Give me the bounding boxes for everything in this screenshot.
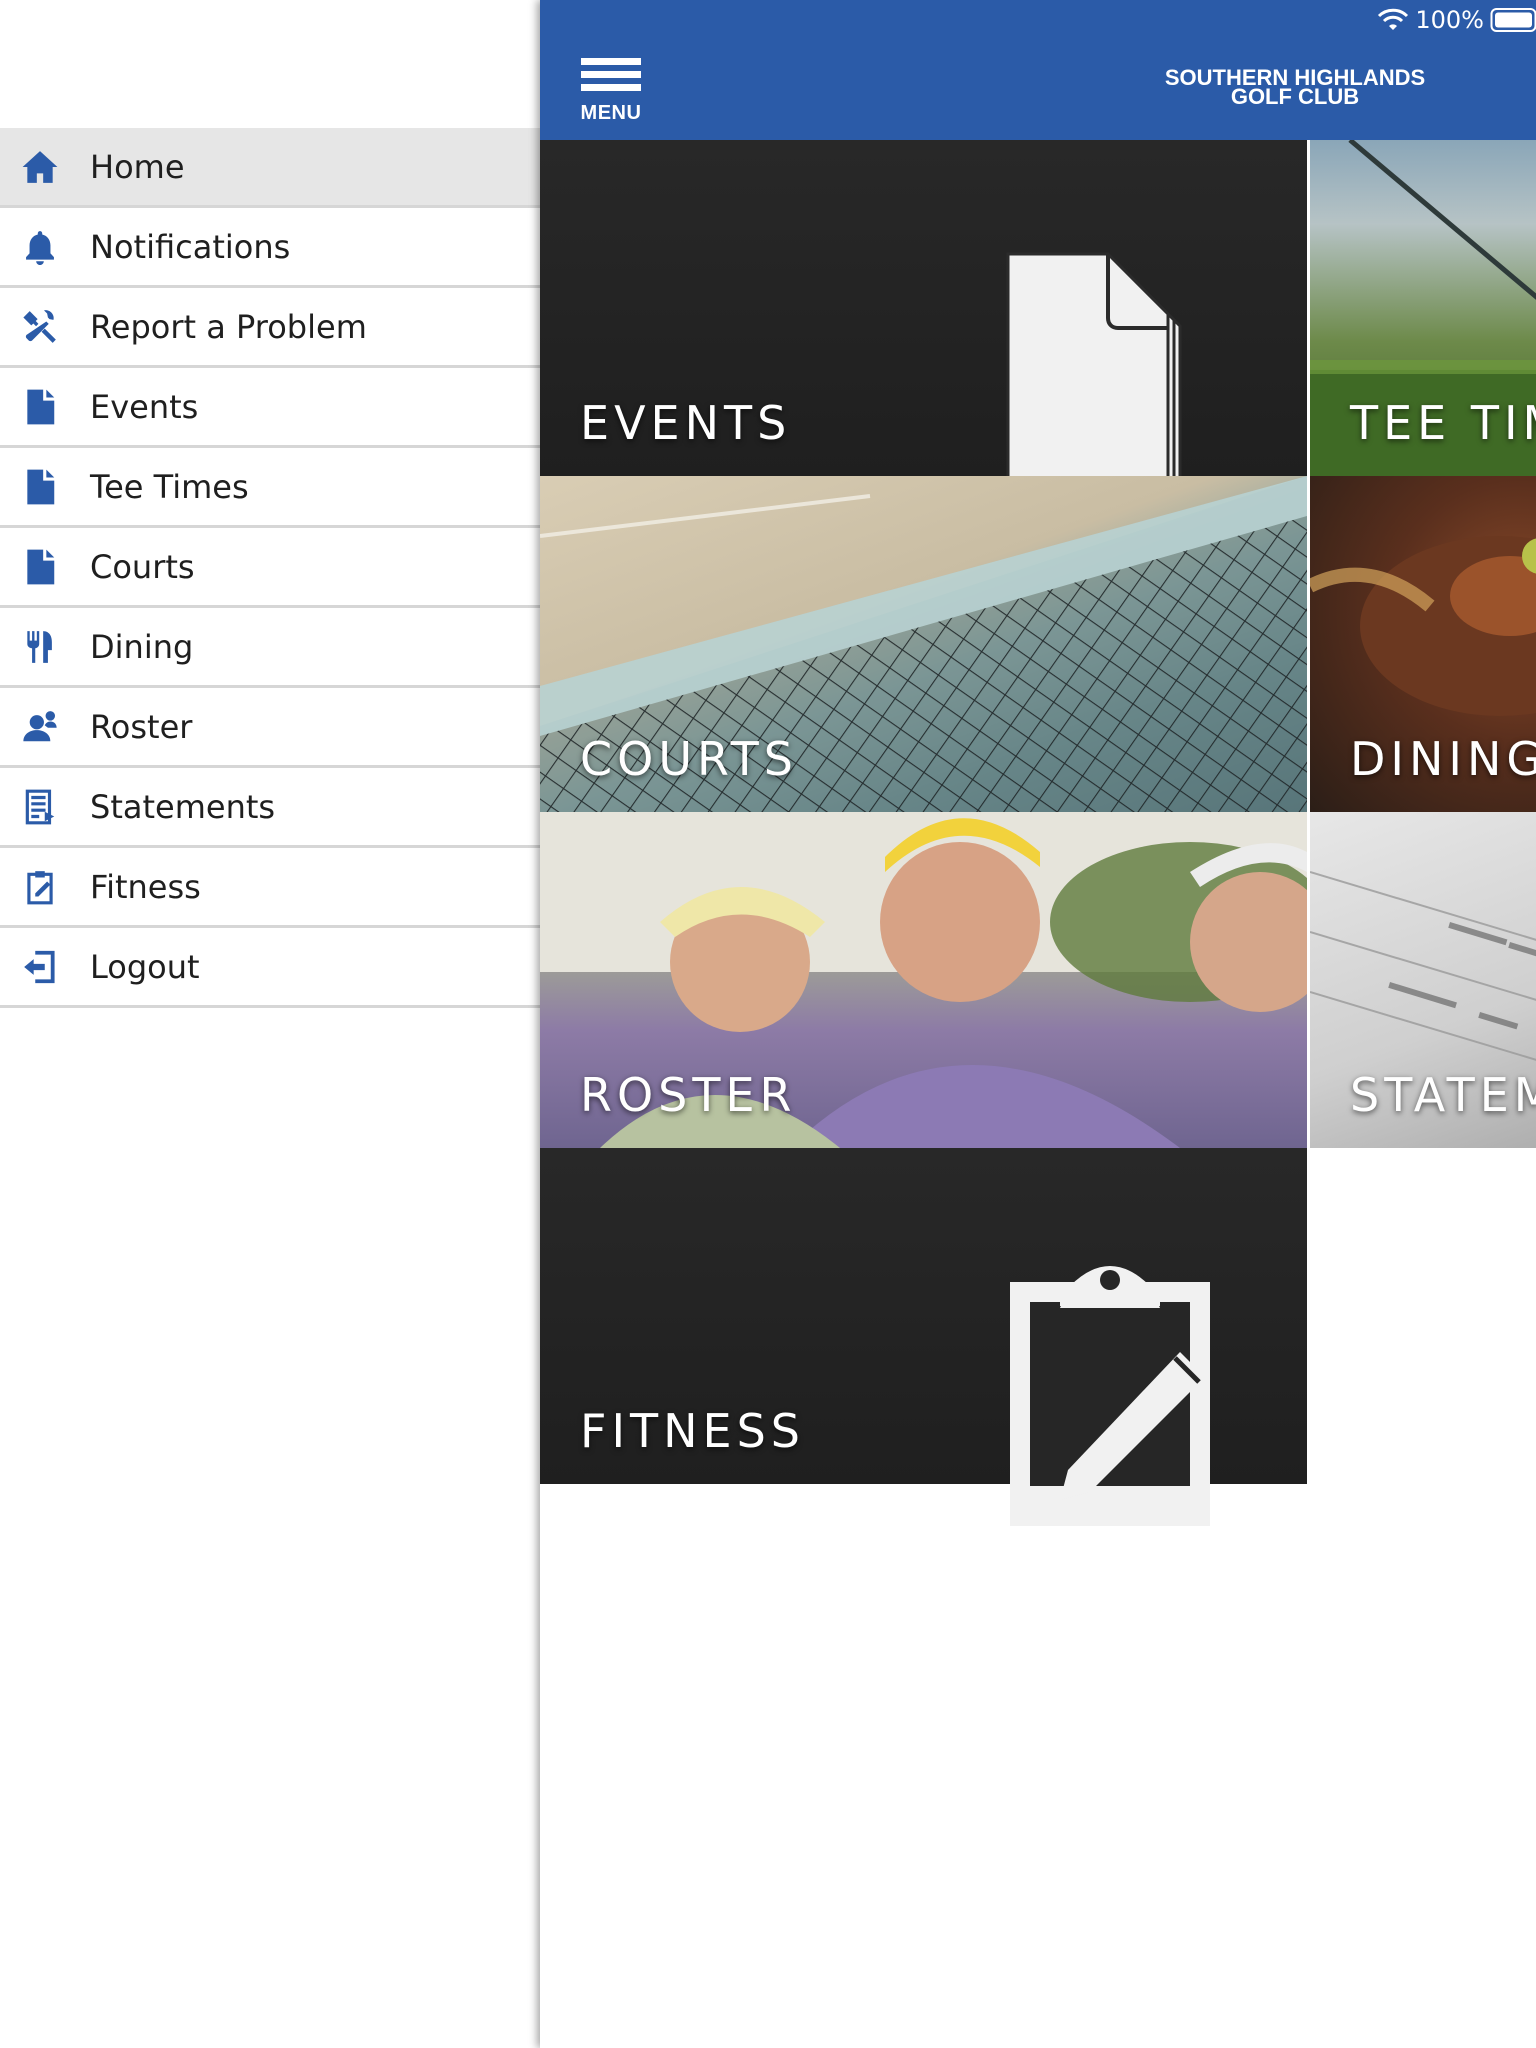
- menu-item-label: Notifications: [90, 227, 291, 266]
- document-icon: [20, 387, 60, 427]
- battery-icon: [1490, 8, 1536, 32]
- home-icon: [20, 147, 60, 187]
- menu-item-tee-times[interactable]: Tee Times: [0, 448, 540, 528]
- menu-item-fitness[interactable]: Fitness: [0, 848, 540, 928]
- menu-item-label: Fitness: [90, 867, 201, 906]
- menu-item-statements[interactable]: Statements: [0, 768, 540, 848]
- menu-item-label: Dining: [90, 627, 194, 666]
- user-icon: [20, 707, 60, 747]
- menu-button[interactable]: MENU: [578, 58, 644, 124]
- document-icon: [20, 467, 60, 507]
- menu-item-dining[interactable]: Dining: [0, 608, 540, 688]
- top-bar: 100% MENU SOUTHERN HIGHLANDS GOLF CLUB: [540, 0, 1536, 140]
- menu-button-label: MENU: [580, 102, 642, 124]
- menu-item-home[interactable]: Home: [0, 128, 540, 208]
- tile-label: ROSTER: [580, 1068, 797, 1122]
- statement-icon: [20, 787, 60, 827]
- menu-item-label: Home: [90, 147, 185, 186]
- tile-fitness[interactable]: FITNESS: [540, 1148, 1307, 1526]
- tile-label: COURTS: [580, 732, 798, 786]
- tile-tee-times[interactable]: TEE TIM: [1310, 140, 1536, 476]
- document-icon: [20, 547, 60, 587]
- tools-icon: [20, 307, 60, 347]
- utensils-icon: [20, 627, 60, 667]
- clipboard-edit-icon: [1010, 1266, 1210, 1526]
- hamburger-icon: [581, 58, 641, 91]
- menu-item-label: Statements: [90, 787, 276, 826]
- tile-statements[interactable]: STATEM: [1310, 812, 1536, 1148]
- menu-item-label: Report a Problem: [90, 307, 367, 346]
- tile-label: TEE TIM: [1350, 396, 1536, 450]
- tile-events[interactable]: EVENTS: [540, 140, 1307, 476]
- tile-label: FITNESS: [580, 1404, 805, 1458]
- menu-item-label: Events: [90, 387, 199, 426]
- club-title: SOUTHERN HIGHLANDS GOLF CLUB: [1130, 67, 1460, 108]
- menu-item-label: Logout: [90, 947, 200, 986]
- battery-percent: 100%: [1415, 6, 1484, 34]
- menu-item-label: Roster: [90, 707, 193, 746]
- clipboard-edit-icon: [20, 867, 60, 907]
- wifi-icon: [1378, 8, 1409, 30]
- tile-label: STATEM: [1350, 1068, 1536, 1122]
- app-screen: Home Notifications Report a Problem Even…: [0, 0, 1536, 2048]
- tile-roster[interactable]: ROSTER: [540, 812, 1307, 1148]
- document-icon: [1006, 252, 1182, 476]
- status-bar: 100%: [1377, 4, 1536, 36]
- tile-courts[interactable]: COURTS: [540, 476, 1307, 812]
- menu-list: Home Notifications Report a Problem Even…: [0, 128, 540, 1008]
- logout-icon: [20, 947, 60, 987]
- tile-dining[interactable]: DINING: [1310, 476, 1536, 812]
- side-menu: Home Notifications Report a Problem Even…: [0, 0, 540, 2048]
- menu-item-roster[interactable]: Roster: [0, 688, 540, 768]
- menu-item-report-problem[interactable]: Report a Problem: [0, 288, 540, 368]
- menu-item-label: Tee Times: [90, 467, 249, 506]
- bell-icon: [20, 227, 60, 267]
- tile-label: DINING: [1350, 732, 1536, 786]
- menu-item-label: Courts: [90, 547, 195, 586]
- menu-item-logout[interactable]: Logout: [0, 928, 540, 1008]
- menu-item-events[interactable]: Events: [0, 368, 540, 448]
- menu-item-courts[interactable]: Courts: [0, 528, 540, 608]
- tile-label: EVENTS: [580, 396, 792, 450]
- menu-item-notifications[interactable]: Notifications: [0, 208, 540, 288]
- main-panel: 100% MENU SOUTHERN HIGHLANDS GOLF CLUB E…: [540, 0, 1536, 2048]
